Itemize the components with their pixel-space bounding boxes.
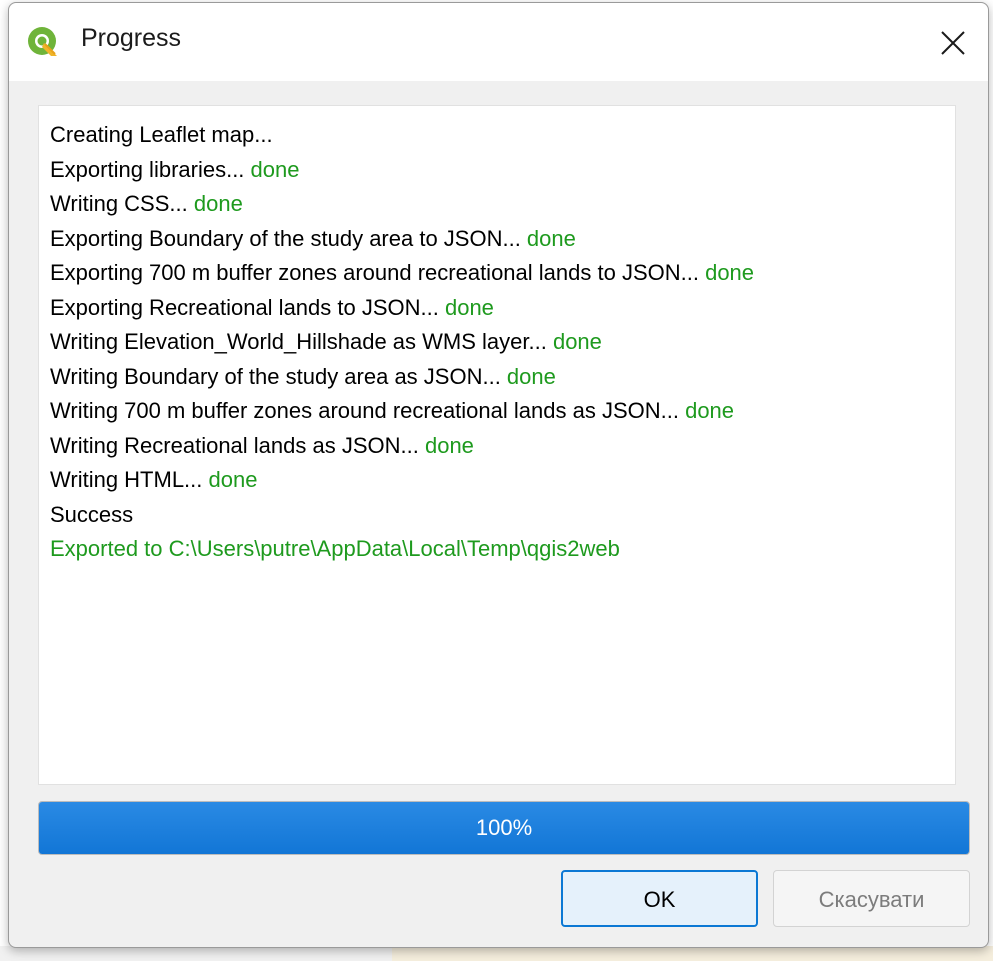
- log-line: Exporting 700 m buffer zones around recr…: [50, 256, 955, 291]
- log-line-status: done: [705, 260, 755, 285]
- progress-dialog: Progress Creating Leaflet map... Exportin…: [8, 2, 989, 948]
- log-line: Exporting Recreational lands to JSON... …: [50, 291, 955, 326]
- log-line-status: Exported to C:\Users\putre\AppData\Local…: [50, 536, 620, 561]
- log-line: Writing Elevation_World_Hillshade as WMS…: [50, 325, 955, 360]
- log-line-text: Writing CSS...: [50, 191, 194, 216]
- log-line-status: done: [444, 294, 494, 320]
- log-line-status: done: [208, 467, 258, 492]
- progress-bar: 100%: [38, 801, 970, 855]
- log-line: Exporting Boundary of the study area to …: [50, 222, 955, 257]
- log-line-text: Writing Elevation_World_Hillshade as WMS…: [50, 329, 553, 354]
- log-line: Writing 700 m buffer zones around recrea…: [50, 394, 955, 429]
- title-bar: Progress: [9, 3, 988, 81]
- log-line: Success: [50, 498, 955, 533]
- log-line-text: Writing HTML...: [50, 467, 209, 492]
- log-line-text: Exporting Boundary of the study area to …: [50, 225, 527, 251]
- log-line: Writing Recreational lands as JSON... do…: [50, 429, 955, 464]
- log-line-text: Writing Boundary of the study area as JS…: [50, 363, 507, 389]
- log-output: Creating Leaflet map... Exporting librari…: [38, 105, 956, 785]
- log-line: Exported to C:\Users\putre\AppData\Local…: [50, 532, 955, 567]
- log-line: Writing CSS... done: [50, 187, 955, 222]
- log-line-text: Exporting libraries...: [50, 156, 251, 182]
- progress-label: 100%: [475, 815, 533, 840]
- window-title: Progress: [81, 24, 182, 52]
- background-window-strip: [0, 946, 993, 961]
- close-icon: [941, 31, 965, 55]
- log-line-status: done: [193, 191, 243, 216]
- ok-button[interactable]: OK: [561, 870, 758, 927]
- cancel-button: Скасувати: [773, 870, 970, 927]
- log-line-status: done: [685, 398, 735, 423]
- log-line-status: done: [552, 329, 602, 354]
- log-line: Writing Boundary of the study area as JS…: [50, 360, 955, 395]
- qgis-logo-icon: [27, 26, 59, 58]
- log-line-status: done: [506, 363, 556, 389]
- log-line: Creating Leaflet map...: [50, 118, 955, 153]
- background-window-shade: [392, 946, 993, 961]
- log-line-text: Exporting 700 m buffer zones around recr…: [50, 260, 706, 285]
- log-line-text: Writing Recreational lands as JSON...: [50, 432, 425, 458]
- log-line-status: done: [424, 432, 474, 458]
- log-line: Exporting libraries... done: [50, 153, 955, 188]
- log-line-text: Success: [50, 501, 134, 527]
- log-line: Writing HTML... done: [50, 463, 955, 498]
- log-line-status: done: [526, 225, 576, 251]
- close-button[interactable]: [925, 15, 981, 71]
- log-line-text: Exporting Recreational lands to JSON...: [50, 294, 445, 320]
- log-line-text: Writing 700 m buffer zones around recrea…: [50, 398, 686, 423]
- log-line-status: done: [250, 156, 300, 182]
- log-line-text: Creating Leaflet map...: [50, 122, 273, 147]
